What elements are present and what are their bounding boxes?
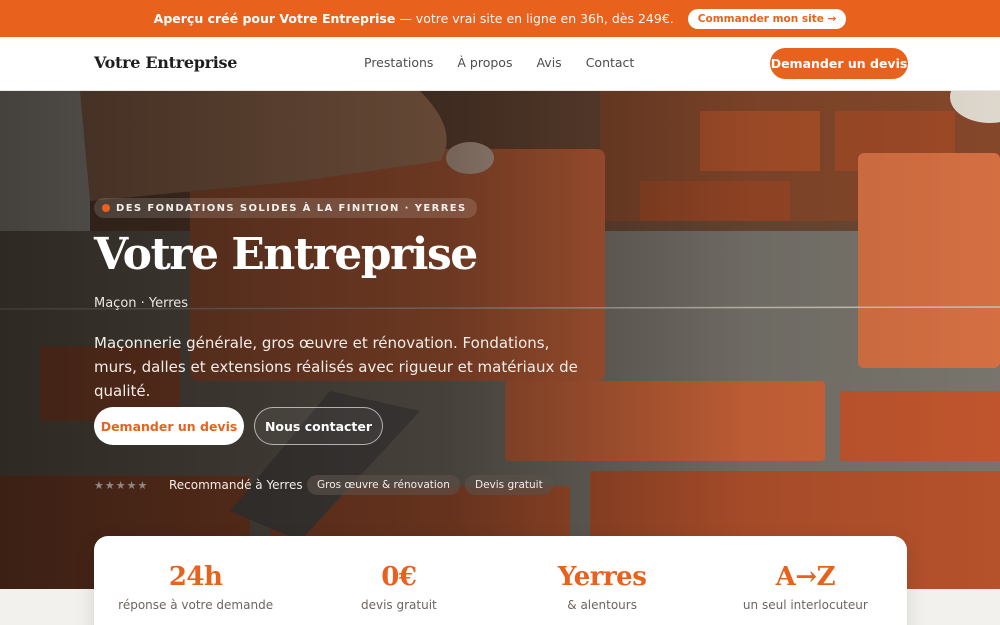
brand-logo[interactable]: Votre Entreprise [94,53,237,72]
stat-value: Yerres [557,562,647,592]
recommendation-text: Recommandé à Yerres [169,478,303,492]
stats-card: 24h réponse à votre demande 0€ devis gra… [94,536,907,625]
eyebrow-text: DES FONDATIONS SOLIDES À LA FINITION · Y… [116,202,467,214]
hero-title: Votre Entreprise [94,229,478,280]
nav-quote-button[interactable]: Demander un devis [770,48,908,79]
nav-link-contact[interactable]: Contact [586,55,635,70]
promo-rest: — votre vrai site en ligne en 36h, dès 2… [395,11,674,26]
top-nav: Votre Entreprise Prestations À propos Av… [0,37,1000,91]
stat-contact: A→Z un seul interlocuteur [704,536,907,625]
hero-eyebrow: DES FONDATIONS SOLIDES À LA FINITION · Y… [94,198,477,218]
hero-contact-button[interactable]: Nous contacter [254,407,383,445]
stat-label: & alentours [567,598,637,612]
stat-quote: 0€ devis gratuit [297,536,500,625]
chip-devis-gratuit: Devis gratuit [465,475,553,495]
promo-text: Aperçu créé pour Votre Entreprise — votr… [154,11,674,26]
hero-description: Maçonnerie générale, gros œuvre et rénov… [94,334,578,400]
nav-link-avis[interactable]: Avis [536,55,561,70]
nav-link-a-propos[interactable]: À propos [457,55,512,70]
stat-area: Yerres & alentours [501,536,704,625]
nav-links: Prestations À propos Avis Contact [364,55,634,70]
stat-response: 24h réponse à votre demande [94,536,297,625]
stat-label: devis gratuit [360,598,437,612]
promo-bold: Aperçu créé pour Votre Entreprise [153,11,396,26]
nav-link-prestations[interactable]: Prestations [364,55,433,70]
dot-icon [102,204,110,212]
stat-label: un seul interlocuteur [742,598,868,612]
promo-banner: Aperçu créé pour Votre Entreprise — votr… [0,0,1000,37]
star-icon: ★★★★★ [94,479,149,492]
stat-label: réponse à votre demande [118,598,274,612]
hero-quote-button[interactable]: Demander un devis [94,407,244,445]
hero-section: DES FONDATIONS SOLIDES À LA FINITION · Y… [0,91,1000,589]
stat-value: 0€ [381,562,417,592]
chip-gros-oeuvre: Gros œuvre & rénovation [307,475,460,495]
order-site-button[interactable]: Commander mon site → [687,8,847,29]
stat-value: A→Z [775,562,836,592]
hero-subtitle: Maçon · Yerres [94,296,189,311]
stat-value: 24h [168,562,223,592]
